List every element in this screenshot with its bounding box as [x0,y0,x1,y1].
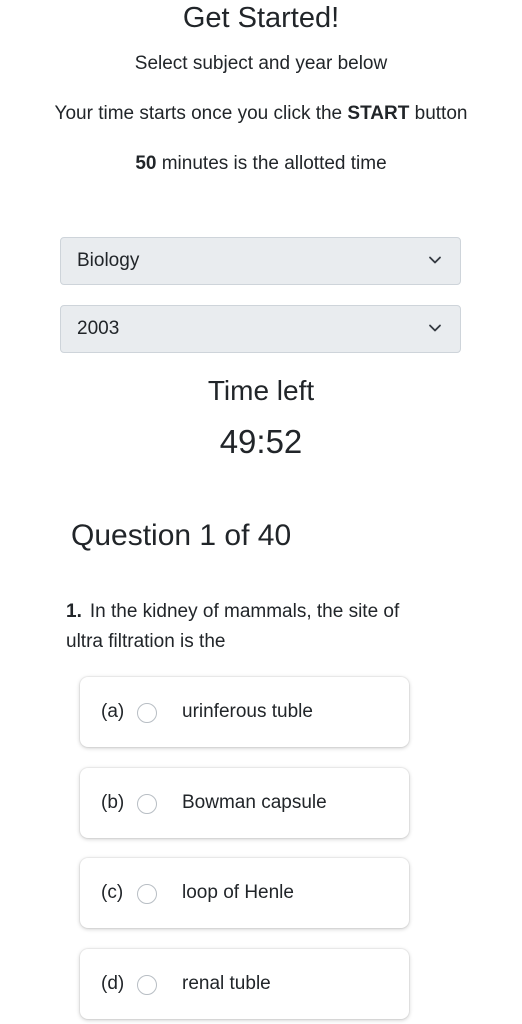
option-letter: (d) [101,973,125,994]
question-heading: Question 1 of 40 [71,519,292,552]
chevron-down-icon [429,324,441,332]
option-text: Bowman capsule [182,792,327,813]
chevron-down-icon [429,256,441,264]
option-letter: (c) [101,882,124,903]
start-keyword: START [347,103,410,124]
radio-unchecked-icon[interactable] [137,975,157,995]
answer-option-a[interactable]: (a) urinferous tuble [80,677,409,747]
question-text: 1. In the kidney of mammals, the site of … [66,597,426,657]
page-subtitle: Select subject and year below [134,53,388,74]
allotted-time-text: minutes is the allotted time [156,153,387,174]
answer-option-d[interactable]: (d) renal tuble [80,949,409,1019]
start-instruction: Your time starts once you click the STAR… [0,101,522,127]
subject-select-value: Biology [77,250,140,271]
timer-value: 49:52 [219,423,303,460]
timer-label: Time left [207,375,315,406]
subject-select[interactable]: Biology [60,237,461,285]
option-letter: (a) [101,701,125,722]
option-text: renal tuble [182,973,271,994]
allotted-time-note: 50 minutes is the allotted time [0,151,522,177]
year-select[interactable]: 2003 [60,305,461,353]
option-text: urinferous tuble [182,701,313,722]
question-number: 1. [66,601,82,622]
page-title: Get Started! [182,2,340,34]
answer-option-b[interactable]: (b) Bowman capsule [80,768,409,838]
answer-option-c[interactable]: (c) loop of Henle [80,858,409,928]
option-text: loop of Henle [182,882,294,903]
radio-unchecked-icon[interactable] [137,703,157,723]
radio-unchecked-icon[interactable] [137,884,157,904]
start-instruction-prefix: Your time starts once you click the [54,103,348,124]
option-letter: (b) [101,792,125,813]
allotted-minutes: 50 [135,153,157,174]
radio-unchecked-icon[interactable] [137,794,157,814]
exam-page: Get Started! Select subject and year bel… [0,0,522,1024]
question-body: In the kidney of mammals, the site of ul… [66,601,400,652]
start-instruction-suffix: button [409,103,468,124]
year-select-value: 2003 [77,318,120,339]
